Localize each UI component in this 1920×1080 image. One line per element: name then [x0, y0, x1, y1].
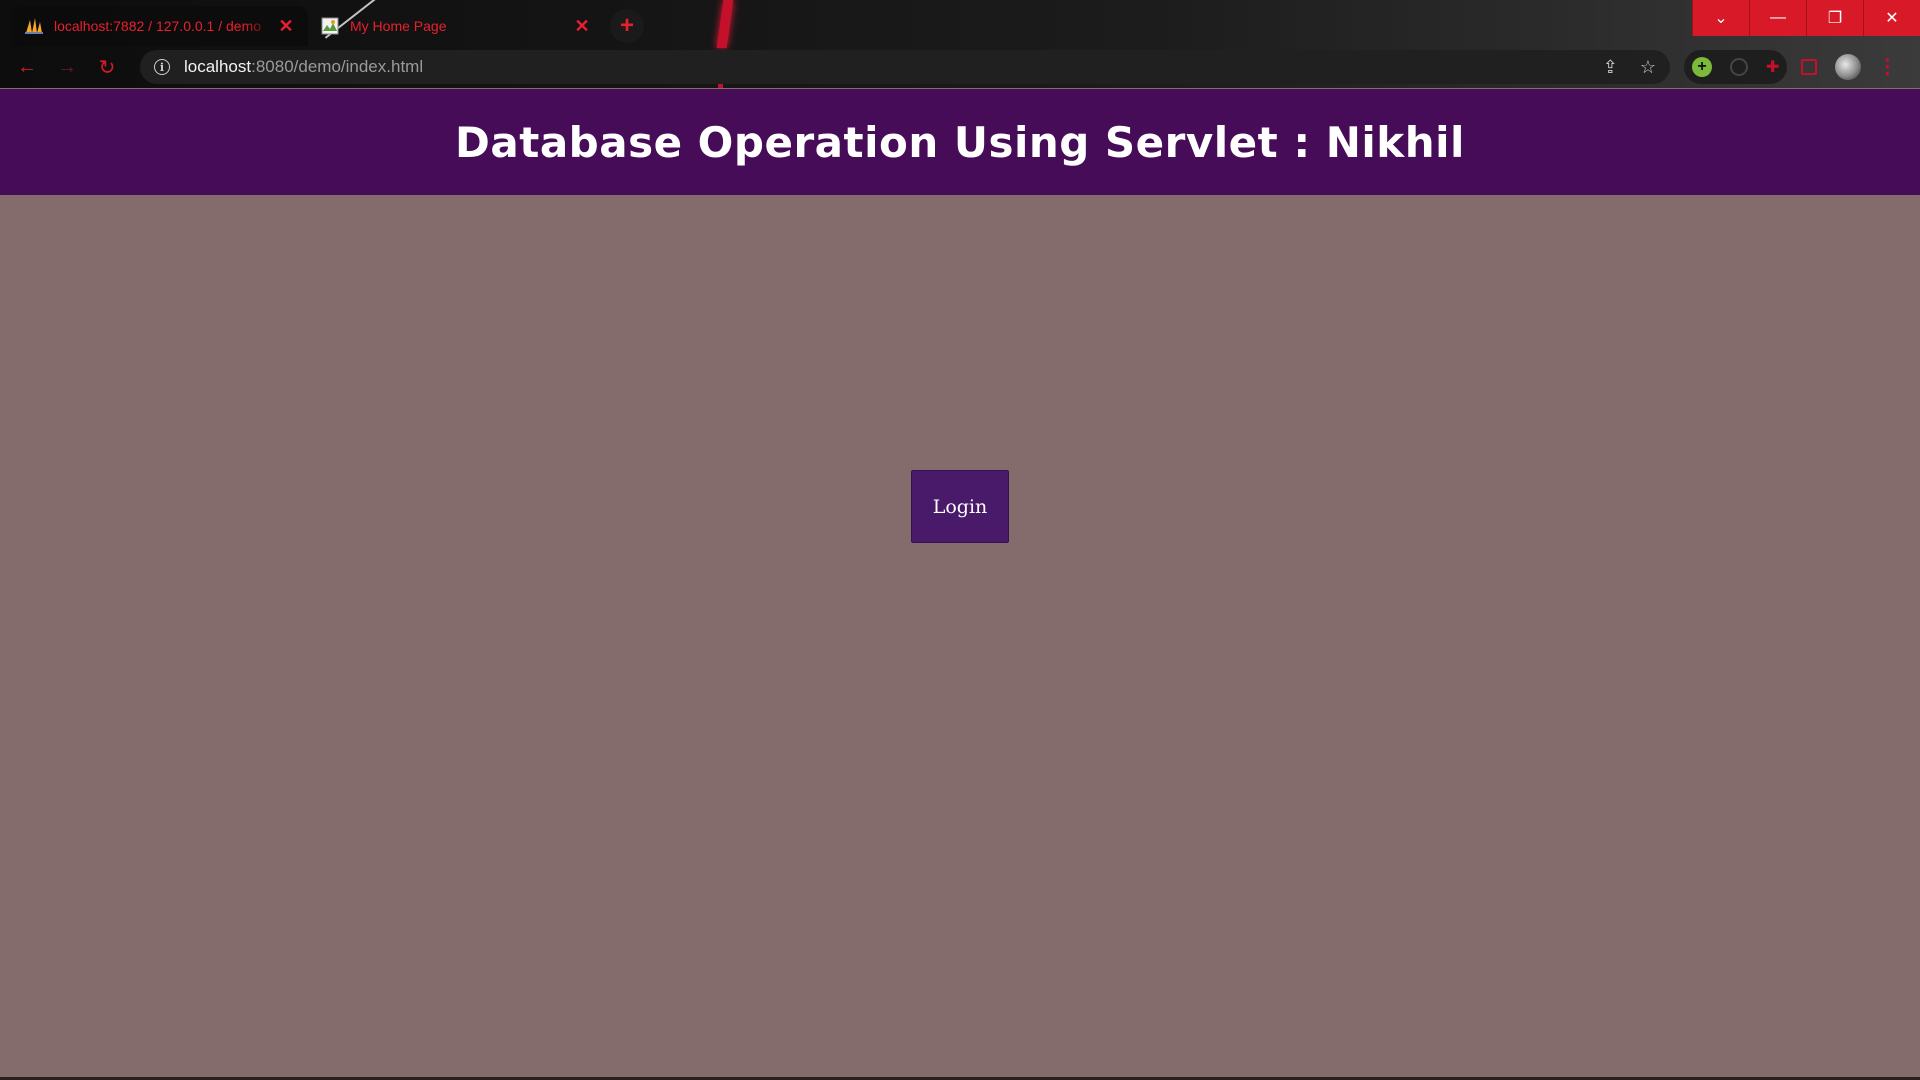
tab-strip: localhost:7882 / 127.0.0.1 / demo ✕ My H…	[0, 0, 1690, 46]
login-button[interactable]: Login	[911, 470, 1009, 543]
reload-button[interactable]: ↻	[90, 50, 124, 84]
restore-button[interactable]: ❐	[1806, 0, 1863, 36]
site-info-icon[interactable]: i	[154, 59, 170, 75]
tab-close-icon[interactable]: ✕	[276, 16, 296, 37]
tab-close-icon[interactable]: ✕	[572, 16, 592, 37]
share-icon[interactable]: ⇪	[1603, 57, 1618, 78]
side-panel-icon[interactable]	[1801, 59, 1818, 75]
tab-title: My Home Page	[350, 18, 447, 34]
url-path: :8080/demo/index.html	[251, 57, 424, 76]
tab-title: localhost:7882 / 127.0.0.1 / demo	[54, 18, 262, 34]
broken-image-icon	[320, 16, 340, 36]
profile-avatar[interactable]	[1835, 54, 1862, 80]
tab-my-home-page[interactable]: My Home Page ✕	[308, 6, 604, 46]
minimize-button[interactable]: —	[1749, 0, 1806, 36]
extensions-puzzle-icon[interactable]: ✚	[1766, 57, 1779, 77]
page-content: Login	[0, 195, 1920, 1077]
window-controls: ⌄ — ❐ ✕	[1692, 0, 1920, 36]
browser-toolbar: ← → ↻ i localhost:8080/demo/index.html ⇪…	[0, 46, 1920, 88]
tab-phpmyadmin[interactable]: localhost:7882 / 127.0.0.1 / demo ✕	[12, 6, 308, 46]
page-header: Database Operation Using Servlet : Nikhi…	[0, 89, 1920, 195]
extension-plus-icon[interactable]: +	[1692, 57, 1712, 77]
forward-button[interactable]: →	[50, 50, 84, 84]
extensions-group: + ✚	[1684, 50, 1788, 84]
omnibox-actions: ⇪ ☆	[1603, 57, 1656, 78]
page-title: Database Operation Using Servlet : Nikhi…	[455, 117, 1465, 167]
back-button[interactable]: ←	[10, 50, 44, 84]
browser-menu-icon[interactable]: ⋮	[1877, 57, 1897, 77]
tab-search-button[interactable]: ⌄	[1692, 0, 1749, 36]
new-tab-button[interactable]: +	[610, 9, 644, 43]
bookmark-star-icon[interactable]: ☆	[1640, 57, 1656, 78]
url-host: localhost	[184, 57, 252, 76]
browser-chrome: localhost:7882 / 127.0.0.1 / demo ✕ My H…	[0, 0, 1920, 88]
address-bar[interactable]: i localhost:8080/demo/index.html ⇪ ☆	[140, 50, 1670, 84]
close-window-button[interactable]: ✕	[1863, 0, 1920, 36]
phpmyadmin-sail-icon	[24, 16, 44, 36]
extension-circle-icon[interactable]	[1730, 58, 1748, 76]
